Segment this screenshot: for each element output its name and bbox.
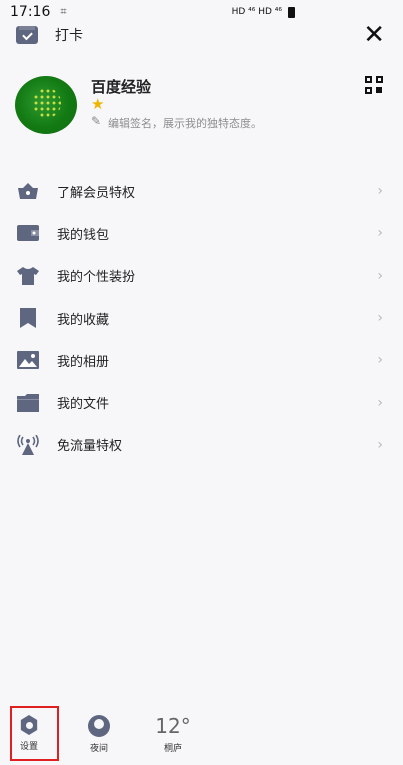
menu-item-label: 我的个性装扮 [57, 270, 136, 286]
weather-city: 桐庐 [163, 744, 182, 754]
menu-item-vip[interactable]: 了解会员特权 › [0, 170, 403, 212]
username: 百度经验 [91, 78, 152, 96]
signal-tower-icon [17, 434, 39, 455]
tshirt-icon [17, 266, 39, 286]
profile-card[interactable]: 百度经验 ★ ✎ 编辑签名，展示我的独特态度。 [0, 72, 403, 142]
battery-icon [288, 6, 295, 18]
chevron-right-icon: › [377, 352, 383, 369]
clock: 17:16 [10, 4, 51, 20]
moon-icon [88, 715, 110, 737]
top-bar: 打卡 ✕ [0, 20, 403, 50]
menu-item-label: 我的收藏 [57, 312, 110, 328]
qr-code-icon[interactable] [365, 76, 383, 94]
chevron-right-icon: › [377, 310, 383, 327]
menu-list: 了解会员特权 › 我的钱包 › 我的个性装扮 › 我的收藏 › 我的相册 › 我… [0, 170, 403, 466]
star-icon: ★ [91, 95, 105, 113]
status-indicators: HD ⁴⁶ HD ⁴⁶ [231, 6, 295, 18]
highlight-box [10, 706, 59, 761]
checkin-label[interactable]: 打卡 [55, 25, 83, 45]
chevron-right-icon: › [377, 394, 383, 411]
menu-item-label: 我的钱包 [57, 227, 110, 243]
folder-icon [17, 393, 39, 413]
wallet-icon [17, 223, 39, 243]
close-icon[interactable]: ✕ [363, 22, 385, 48]
bookmark-icon [17, 308, 39, 329]
bottom-toolbar: 设置 夜间 12° 桐庐 [0, 705, 403, 765]
night-mode-button[interactable]: 夜间 [74, 715, 124, 754]
photo-album-icon [17, 350, 39, 370]
avatar[interactable] [15, 76, 77, 134]
night-mode-label: 夜间 [89, 744, 108, 754]
chevron-right-icon: › [377, 225, 383, 242]
chevron-right-icon: › [377, 183, 383, 200]
menu-item-label: 免流量特权 [57, 439, 123, 455]
vip-shop-icon [17, 181, 39, 201]
chevron-right-icon: › [377, 436, 383, 453]
menu-item-free-data[interactable]: 免流量特权 › [0, 424, 403, 466]
menu-item-dressup[interactable]: 我的个性装扮 › [0, 255, 403, 297]
menu-item-album[interactable]: 我的相册 › [0, 339, 403, 381]
menu-item-files[interactable]: 我的文件 › [0, 381, 403, 423]
signal-indicators: HD ⁴⁶ HD ⁴⁶ [231, 7, 282, 17]
signature-field[interactable]: 编辑签名，展示我的独特态度。 [108, 115, 262, 131]
menu-item-wallet[interactable]: 我的钱包 › [0, 212, 403, 254]
scan-icon: ⌗ [60, 5, 67, 18]
pencil-icon: ✎ [91, 114, 102, 128]
weather-temperature: 12° [155, 714, 191, 738]
checkin-icon[interactable] [16, 26, 38, 44]
menu-item-label: 了解会员特权 [57, 185, 136, 201]
weather-widget[interactable]: 12° 桐庐 [148, 715, 198, 754]
chevron-right-icon: › [377, 267, 383, 284]
menu-item-favorites[interactable]: 我的收藏 › [0, 297, 403, 339]
menu-item-label: 我的相册 [57, 354, 110, 370]
menu-item-label: 我的文件 [57, 397, 110, 413]
